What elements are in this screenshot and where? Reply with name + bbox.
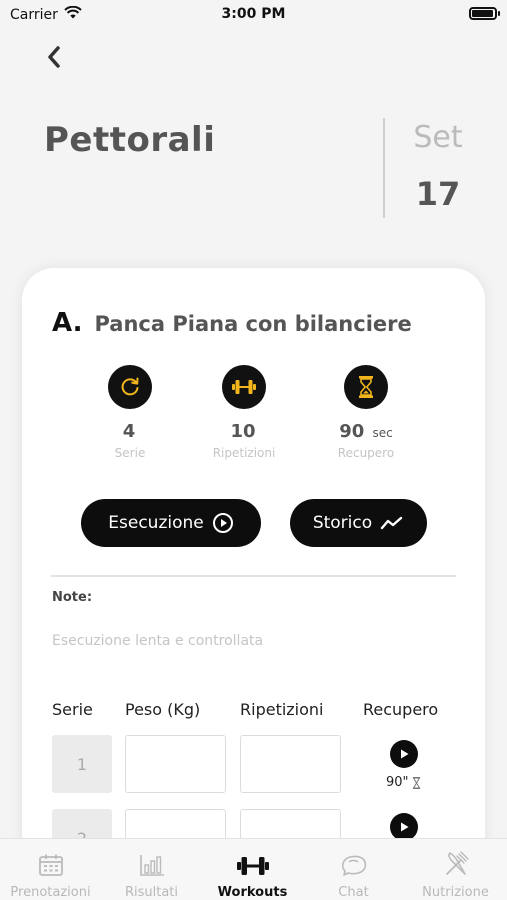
stat-value: 90 sec: [339, 421, 393, 442]
battery-icon: [469, 7, 500, 20]
start-recovery-button[interactable]: [390, 813, 418, 841]
tab-nutrizione[interactable]: Nutrizione: [405, 839, 506, 900]
exercise-letter: A.: [52, 308, 83, 338]
play-circle-icon: [212, 513, 233, 533]
set-label: Set: [413, 120, 463, 155]
tab-label: Nutrizione: [422, 885, 489, 900]
repeat-icon: [108, 365, 152, 409]
dumbbell-icon: [222, 365, 266, 409]
status-time: 3:00 PM: [221, 6, 286, 22]
column-header-serie: Serie: [52, 700, 93, 719]
note-label: Note:: [52, 590, 93, 605]
history-button[interactable]: Storico: [290, 499, 427, 547]
utensils-icon: [405, 847, 506, 877]
column-header-recupero: Recupero: [363, 700, 439, 719]
chat-icon: [303, 847, 404, 877]
recovery-time-value: 90": [386, 775, 409, 790]
set-value: 17: [415, 175, 461, 213]
bar-chart-icon: [101, 847, 202, 877]
tab-bar: Prenotazioni Risultati Workouts Chat Nut…: [0, 838, 507, 900]
play-icon: [401, 749, 409, 759]
exercise-title: A. Panca Piana con bilanciere: [52, 308, 412, 338]
stat-ripetizioni: 10 Ripetizioni: [194, 365, 294, 460]
stat-recupero: 90 sec Recupero: [316, 365, 416, 460]
calendar-icon: [0, 847, 101, 877]
tab-label: Chat: [338, 885, 369, 900]
back-button[interactable]: [40, 42, 68, 72]
peso-input[interactable]: [125, 735, 226, 793]
recovery-time: 90": [386, 775, 421, 790]
execution-button-label: Esecuzione: [108, 513, 204, 533]
stat-label: Ripetizioni: [212, 446, 276, 460]
tab-label: Prenotazioni: [10, 885, 91, 900]
chevron-left-icon: [48, 46, 60, 68]
page-title: Pettorali: [44, 120, 216, 160]
history-button-label: Storico: [312, 513, 373, 533]
ripetizioni-input[interactable]: [240, 735, 341, 793]
status-bar: Carrier 3:00 PM: [0, 0, 507, 30]
tab-label: Risultati: [124, 885, 179, 900]
tab-chat[interactable]: Chat: [303, 839, 404, 900]
note-text: Esecuzione lenta e controllata: [52, 633, 264, 649]
column-header-ripetizioni: Ripetizioni: [240, 700, 324, 719]
column-header-peso: Peso (Kg): [125, 700, 201, 719]
section-divider: [51, 575, 456, 577]
stat-serie: 4 Serie: [80, 365, 180, 460]
play-icon: [401, 822, 409, 832]
exercise-name: Panca Piana con bilanciere: [94, 312, 412, 336]
stat-value: 4: [122, 421, 136, 442]
hourglass-icon: [412, 776, 420, 789]
exercise-card: A. Panca Piana con bilanciere 4 Serie 10…: [22, 268, 485, 900]
start-recovery-button[interactable]: [390, 740, 418, 768]
hourglass-icon: [344, 365, 388, 409]
tab-label: Workouts: [217, 885, 288, 900]
trend-line-icon: [380, 516, 403, 530]
stat-label: Recupero: [337, 446, 395, 460]
tab-prenotazioni[interactable]: Prenotazioni: [0, 839, 101, 900]
serie-number-cell: 1: [52, 735, 112, 793]
dumbbell-icon: [202, 847, 303, 877]
stat-label: Serie: [114, 446, 146, 460]
tab-risultati[interactable]: Risultati: [101, 839, 202, 900]
tab-workouts[interactable]: Workouts: [202, 839, 303, 900]
stat-value: 10: [230, 421, 256, 442]
execution-button[interactable]: Esecuzione: [81, 499, 261, 547]
